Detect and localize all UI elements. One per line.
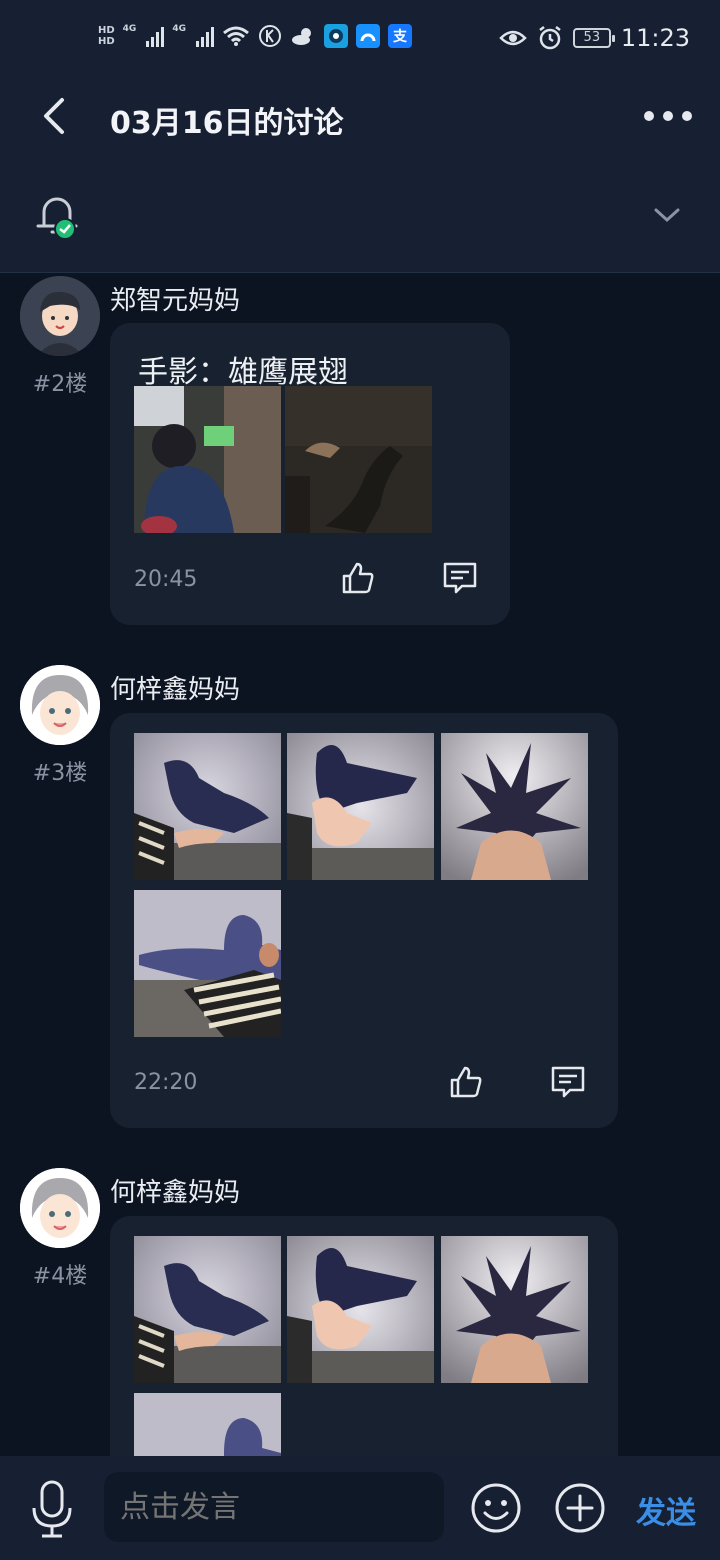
author-name: 郑智元妈妈 — [110, 286, 241, 316]
avatar[interactable] — [20, 665, 100, 745]
post-time: 22:20 — [134, 1070, 198, 1095]
floor-number: #4楼 — [32, 1264, 88, 1289]
send-button[interactable]: 发送 — [636, 1488, 696, 1532]
signal-icon-2 — [195, 25, 214, 47]
avatar[interactable] — [20, 1168, 100, 1248]
photo-thumbnail[interactable] — [285, 386, 432, 533]
chevron-down-icon[interactable] — [652, 205, 682, 225]
post-text: 手影：雄鹰展翅 — [138, 355, 348, 390]
app-icon-bank — [355, 24, 380, 48]
thumbs-up-icon[interactable] — [340, 560, 376, 596]
avatar[interactable] — [20, 276, 100, 356]
page-title: 03月16日的讨论 — [110, 106, 344, 141]
k-icon — [258, 25, 281, 47]
emoji-icon[interactable] — [470, 1482, 522, 1534]
photo-thumbnail[interactable] — [441, 1236, 588, 1383]
message-input[interactable] — [104, 1472, 444, 1542]
photo-thumbnail[interactable] — [441, 733, 588, 880]
photo-thumbnail[interactable] — [134, 1393, 281, 1456]
post-card: 22:20 — [110, 713, 618, 1128]
header-divider — [0, 272, 720, 273]
comment-icon[interactable] — [550, 1064, 586, 1100]
network-type-2: 4G — [172, 24, 186, 34]
photo-thumbnail[interactable] — [134, 733, 281, 880]
photo-thumbnail[interactable] — [134, 386, 281, 533]
nav-bar: 03月16日的讨论 — [0, 80, 720, 160]
battery-icon: 53 — [572, 28, 615, 48]
status-left: HD HD 4G 4G 支 — [98, 24, 412, 48]
comment-icon[interactable] — [442, 560, 478, 596]
weather-icon — [291, 28, 311, 45]
hd-label-2: HD — [98, 36, 115, 47]
author-name: 何梓鑫妈妈 — [110, 1178, 241, 1208]
app-icon-blue — [323, 24, 348, 48]
photo-thumbnail[interactable] — [134, 890, 281, 1037]
photo-thumbnail[interactable] — [287, 1236, 434, 1383]
subscribed-check-icon — [54, 218, 76, 240]
photo-thumbnail[interactable] — [134, 1236, 281, 1383]
status-right: 53 11:23 — [499, 24, 690, 52]
clock: 11:23 — [620, 24, 690, 52]
network-type-1: 4G — [122, 24, 137, 34]
alarm-icon — [539, 26, 561, 50]
floor-number: #2楼 — [32, 372, 88, 397]
thumbs-up-icon[interactable] — [448, 1064, 484, 1100]
status-bar: HD HD 4G 4G 支 53 11:23 — [0, 0, 720, 80]
author-name: 何梓鑫妈妈 — [110, 675, 241, 705]
composer-bar: 发送 — [0, 1456, 720, 1560]
eye-icon — [499, 30, 527, 46]
post-card: 手影：雄鹰展翅 20:45 — [110, 323, 510, 625]
post-time: 20:45 — [134, 567, 198, 592]
photo-thumbnail[interactable] — [287, 733, 434, 880]
alipay-glyph: 支 — [392, 29, 407, 45]
back-arrow-icon[interactable] — [36, 94, 76, 138]
wifi-icon — [223, 26, 249, 46]
alipay-icon: 支 — [387, 24, 412, 48]
microphone-icon[interactable] — [30, 1480, 74, 1538]
more-options-icon[interactable] — [644, 106, 692, 126]
signal-icon-1 — [146, 25, 165, 47]
hd-label-1: HD — [98, 25, 115, 36]
header: HD HD 4G 4G 支 53 11:23 03月16日的讨论 — [0, 0, 720, 272]
add-icon[interactable] — [554, 1482, 606, 1534]
floor-number: #3楼 — [32, 761, 88, 786]
hd-indicator: HD HD — [98, 25, 115, 47]
